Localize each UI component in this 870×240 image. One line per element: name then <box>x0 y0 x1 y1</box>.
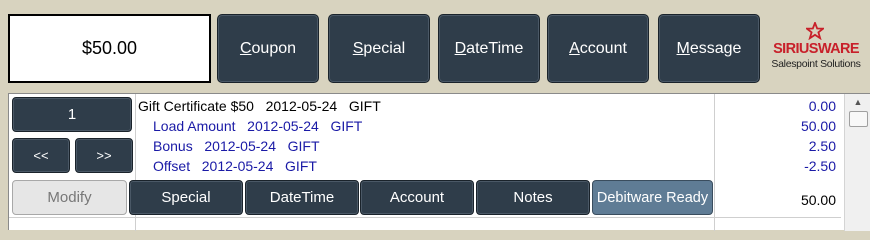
quantity-button[interactable]: 1 <box>12 97 132 132</box>
logo-brand: SIRIUSWARE <box>773 41 859 57</box>
line-special-button[interactable]: Special <box>129 180 243 215</box>
coupon-label: Coupon <box>239 39 297 57</box>
vertical-scrollbar[interactable]: ▲ <box>844 94 870 231</box>
siriusware-logo: SIRIUSWARE Salespoint Solutions <box>766 22 866 72</box>
line-amount: 0.00 <box>808 98 836 114</box>
next-button[interactable]: >> <box>75 138 133 173</box>
prev-button[interactable]: << <box>12 138 70 173</box>
total-amount: 50.00 <box>800 192 836 208</box>
account-label: Account <box>569 39 627 57</box>
debitware-ready-button[interactable]: Debitware Ready <box>592 180 713 215</box>
modify-button[interactable]: Modify <box>12 180 127 215</box>
special-button[interactable]: Special <box>328 14 430 83</box>
logo-tagline: Salespoint Solutions <box>771 58 861 70</box>
account-button[interactable]: Account <box>547 14 649 83</box>
next-label: >> <box>96 148 112 163</box>
star-icon <box>806 22 824 40</box>
line-item-load[interactable]: Load Amount 2012-05-24 GIFT <box>153 118 362 134</box>
scroll-thumb[interactable] <box>849 111 868 127</box>
line-datetime-label: DateTime <box>269 189 335 206</box>
divider <box>9 217 841 218</box>
line-amount: 2.50 <box>808 138 836 154</box>
line-account-button[interactable]: Account <box>360 180 474 215</box>
transaction-panel: 1 << >> Gift Certificate $50 2012-05-24 … <box>8 93 870 231</box>
line-amount: -2.50 <box>804 158 836 174</box>
datetime-button[interactable]: DateTime <box>438 14 540 83</box>
line-special-label: Special <box>161 189 211 206</box>
debitware-ready-label: Debitware Ready <box>596 189 709 206</box>
amount-display: $50.00 <box>8 14 211 83</box>
modify-label: Modify <box>47 189 92 206</box>
line-amount: 50.00 <box>800 118 836 134</box>
amount-value: $50.00 <box>81 38 138 58</box>
divider <box>714 94 715 231</box>
datetime-label: DateTime <box>454 39 524 57</box>
special-label: Special <box>352 39 406 57</box>
scroll-up-icon[interactable]: ▲ <box>845 94 870 110</box>
notes-button[interactable]: Notes <box>476 180 590 215</box>
prev-label: << <box>33 148 49 163</box>
coupon-button[interactable]: Coupon <box>217 14 319 83</box>
line-item-bonus[interactable]: Bonus 2012-05-24 GIFT <box>153 138 320 154</box>
message-button[interactable]: Message <box>658 14 760 83</box>
line-datetime-button[interactable]: DateTime <box>245 180 359 215</box>
notes-label: Notes <box>513 189 553 206</box>
line-account-label: Account <box>389 189 445 206</box>
line-item-title[interactable]: Gift Certificate $50 2012-05-24 GIFT <box>138 98 381 114</box>
message-label: Message <box>676 39 742 57</box>
line-item-offset[interactable]: Offset 2012-05-24 GIFT <box>153 158 317 174</box>
quantity-value: 1 <box>67 106 77 123</box>
